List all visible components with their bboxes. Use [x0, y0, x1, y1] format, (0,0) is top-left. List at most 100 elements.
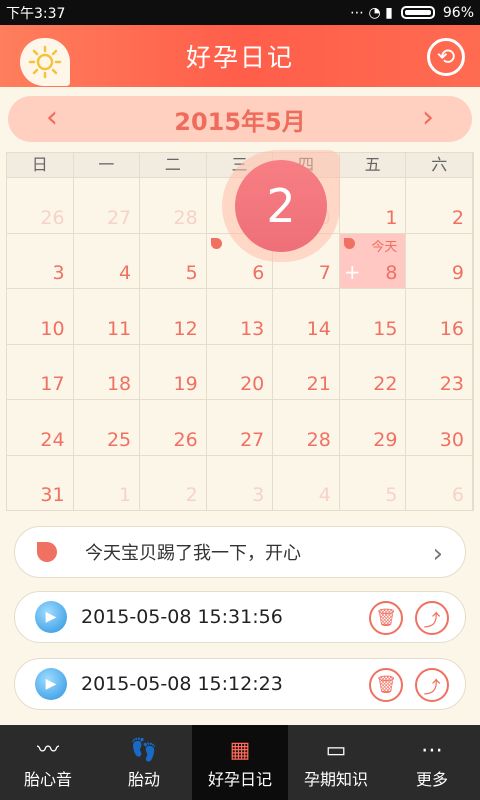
day-number: 6	[451, 484, 464, 506]
sync-icon[interactable]: ⟲	[427, 38, 465, 76]
day-number: 24	[40, 428, 65, 451]
diary-note-item[interactable]: 今天宝贝踢了我一下，开心 ›	[14, 526, 466, 578]
share-icon[interactable]: ⤴	[415, 601, 449, 635]
day-cell[interactable]: 12	[140, 288, 207, 344]
tab-more[interactable]: ⋯ 更多	[384, 725, 480, 800]
day-cell[interactable]: 20	[206, 343, 274, 399]
day-number: 18	[106, 373, 132, 395]
weekday-label: 五	[340, 153, 407, 177]
battery-icon	[400, 6, 435, 19]
footprints-icon: 👣	[130, 737, 158, 763]
recording-item[interactable]: ▶ 2015-05-08 15:31:56 🗑 ⤴	[14, 591, 466, 643]
chevron-left-icon[interactable]: ‹	[46, 100, 58, 135]
day-number: 10	[40, 317, 65, 340]
day-cell[interactable]: 2	[140, 454, 207, 510]
day-cell[interactable]: 2	[406, 177, 473, 233]
day-number: 3	[52, 262, 65, 284]
tab-label: 孕期知识	[303, 769, 368, 789]
app-header: 好孕日记 ⟲	[0, 25, 480, 87]
day-cell[interactable]: 30	[406, 399, 473, 455]
play-icon[interactable]: ▶	[35, 668, 67, 700]
recording-time: 2015-05-08 15:31:56	[81, 606, 283, 628]
day-cell[interactable]: 21	[273, 343, 340, 399]
pregnancy-week-badge: 2	[222, 150, 340, 262]
day-cell[interactable]: 9	[406, 232, 473, 288]
signal-icon: ⋯ ◔ ▮	[350, 4, 393, 21]
day-number: 28	[306, 428, 331, 451]
weekday-label: 日	[7, 153, 74, 177]
play-icon[interactable]: ▶	[35, 601, 67, 633]
day-cell[interactable]: 15	[339, 288, 407, 344]
day-cell[interactable]: 11	[73, 288, 141, 344]
day-cell[interactable]: 16	[406, 288, 473, 344]
share-icon[interactable]: ⤴	[415, 668, 449, 702]
trash-icon[interactable]: 🗑	[369, 601, 403, 635]
day-number: 2	[451, 206, 464, 229]
weekday-label: 二	[140, 153, 207, 177]
chevron-right-icon: ›	[432, 539, 443, 569]
day-cell[interactable]: 28	[273, 399, 340, 455]
day-cell[interactable]: 1	[73, 454, 141, 510]
day-cell[interactable]: 5	[339, 454, 407, 510]
day-number: 1	[385, 206, 398, 229]
day-cell[interactable]: 4	[273, 454, 340, 510]
day-cell[interactable]: 4	[73, 232, 141, 288]
day-cell[interactable]: 26	[7, 177, 74, 233]
day-number: 9	[451, 262, 464, 284]
day-number: 4	[119, 262, 132, 284]
day-cell[interactable]: 13	[206, 288, 274, 344]
day-cell[interactable]: 22	[339, 343, 407, 399]
more-icon: ⋯	[421, 737, 443, 763]
day-number: 20	[240, 373, 265, 395]
day-cell[interactable]: 27	[206, 399, 274, 455]
day-cell[interactable]: 1	[339, 177, 407, 233]
day-number: 21	[306, 373, 331, 395]
day-number: 19	[173, 373, 198, 395]
tab-book[interactable]: ▭ 孕期知识	[288, 725, 384, 800]
day-cell[interactable]: 24	[7, 399, 74, 455]
day-number: 3	[252, 484, 265, 506]
add-icon[interactable]: +	[344, 260, 361, 284]
day-cell[interactable]: 31	[7, 454, 74, 510]
battery-percent: 96%	[442, 4, 474, 21]
day-cell[interactable]: 27	[73, 177, 141, 233]
day-number: 12	[173, 317, 198, 340]
day-cell[interactable]: 3	[206, 454, 274, 510]
day-number: 8	[385, 262, 398, 284]
day-cell[interactable]: 18	[73, 343, 141, 399]
status-time: 下午3:37	[6, 5, 66, 22]
day-cell[interactable]: 3	[7, 232, 74, 288]
day-cell[interactable]: 26	[140, 399, 207, 455]
day-cell[interactable]: 29	[339, 399, 407, 455]
day-cell[interactable]: 19	[140, 343, 207, 399]
day-number: 26	[173, 428, 198, 451]
day-number: 2	[185, 484, 198, 506]
day-number: 27	[240, 428, 265, 451]
month-navigator: ‹ 2015年5月 ›	[8, 96, 472, 142]
chevron-right-icon[interactable]: ›	[422, 100, 434, 135]
day-number: 11	[106, 317, 132, 340]
day-cell-today[interactable]: 今天 +8	[339, 232, 407, 288]
day-cell[interactable]: 25	[73, 399, 141, 455]
day-cell[interactable]: 5	[140, 232, 207, 288]
trash-icon[interactable]: 🗑	[369, 668, 403, 702]
recording-item[interactable]: ▶ 2015-05-08 15:12:23 🗑 ⤴	[14, 658, 466, 710]
day-number: 15	[373, 317, 398, 340]
day-cell[interactable]: 14	[273, 288, 340, 344]
day-cell[interactable]: 6	[406, 454, 473, 510]
diary-leaf-icon	[210, 237, 222, 249]
tab-calendar[interactable]: ▦ 好孕日记	[192, 725, 288, 800]
day-cell[interactable]: 28	[140, 177, 207, 233]
day-number: 7	[318, 262, 331, 284]
tab-heartbeat[interactable]: 〰胎心音	[0, 725, 96, 800]
day-cell[interactable]: 17	[7, 343, 74, 399]
tab-footprints[interactable]: 👣 胎动	[96, 725, 192, 800]
tab-label: 好孕日记	[207, 769, 272, 789]
sun-icon[interactable]	[20, 38, 70, 86]
day-number: 5	[385, 484, 398, 506]
day-cell[interactable]: 23	[406, 343, 473, 399]
day-number: 23	[439, 373, 464, 395]
month-title: 2015年5月	[174, 107, 306, 136]
day-number: 25	[106, 428, 132, 451]
day-cell[interactable]: 10	[7, 288, 74, 344]
